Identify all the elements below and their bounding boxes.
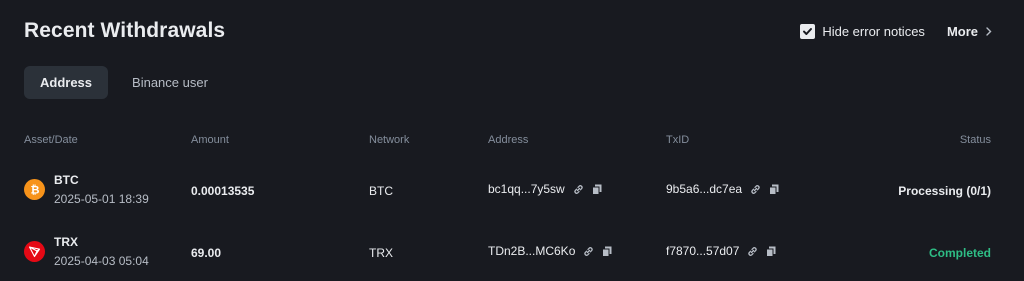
copy-icon[interactable] (602, 246, 612, 257)
svg-text:₿: ₿ (30, 184, 39, 197)
txid-value: 9b5a6...dc7ea (666, 182, 743, 196)
asset-symbol: TRX (54, 235, 78, 249)
withdrawal-date: 2025-04-03 05:04 (54, 254, 149, 268)
header: Recent Withdrawals Hide error notices Mo… (24, 14, 992, 48)
link-icon[interactable] (747, 246, 758, 257)
txid-cell: 9b5a6...dc7ea (666, 182, 779, 196)
column-header-address: Address (488, 134, 529, 146)
column-header-status: Status (959, 134, 991, 146)
amount: 0.00013535 (191, 184, 255, 198)
copy-icon[interactable] (591, 184, 602, 195)
hide-errors-toggle[interactable]: Hide error notices (800, 23, 925, 39)
table-row: ₿ BTC 2025-05-01 18:39 0.00013535 BTC bc… (0, 165, 1024, 215)
more-label: More (946, 23, 978, 39)
tab-address[interactable]: Address (24, 66, 109, 99)
header-actions: Hide error notices More (800, 23, 992, 39)
withdrawal-date: 2025-05-01 18:39 (54, 192, 149, 206)
address-value: bc1qq...7y5sw (488, 182, 565, 196)
network: BTC (369, 184, 393, 198)
tab-binance-user[interactable]: Binance user (116, 66, 224, 99)
column-header-amount: Amount (191, 134, 229, 146)
asset-cell: TRX 2025-04-03 05:04 (24, 234, 149, 269)
copy-icon[interactable] (769, 184, 779, 195)
asset-cell: ₿ BTC 2025-05-01 18:39 (24, 172, 149, 207)
more-link[interactable]: More (947, 24, 992, 39)
txid-cell: f7870...57d07 (666, 244, 776, 258)
txid-value: f7870...57d07 (666, 244, 740, 258)
column-header-txid: TxID (666, 134, 690, 146)
copy-icon[interactable] (766, 246, 776, 257)
address-cell: bc1qq...7y5sw (488, 182, 602, 196)
link-icon[interactable] (750, 184, 761, 195)
amount: 69.00 (191, 246, 222, 260)
link-icon[interactable] (583, 246, 594, 257)
hide-errors-label: Hide error notices (822, 23, 925, 39)
trx-icon (24, 241, 45, 262)
column-header-network: Network (369, 134, 410, 146)
checkbox-checked-icon[interactable] (800, 23, 816, 39)
btc-icon: ₿ (24, 179, 45, 200)
tab-bar: Address Binance user (24, 66, 224, 99)
network: TRX (369, 246, 393, 260)
chevron-right-icon (986, 26, 992, 36)
status-text: Processing (0/1) (898, 184, 991, 198)
table-row: TRX 2025-04-03 05:04 69.00 TRX TDn2B...M… (0, 227, 1024, 277)
asset-symbol: BTC (54, 173, 79, 187)
link-icon[interactable] (573, 184, 584, 195)
address-value: TDn2B...MC6Ko (488, 244, 576, 258)
address-cell: TDn2B...MC6Ko (488, 244, 612, 258)
column-header-asset-date: Asset/Date (24, 134, 78, 146)
status-text: Completed (928, 246, 991, 260)
page-title: Recent Withdrawals (24, 19, 226, 42)
